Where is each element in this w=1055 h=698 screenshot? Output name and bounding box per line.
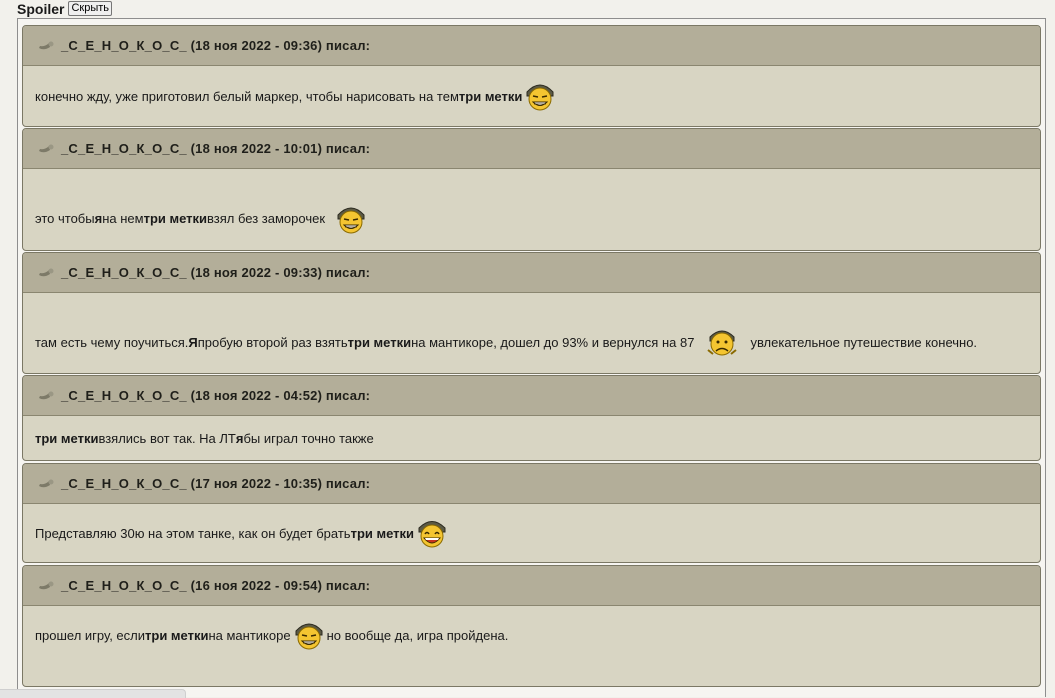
quote-body: конечно жду, уже приготовил белый маркер… xyxy=(23,66,1040,126)
quote-text: пробую второй раз взять xyxy=(197,334,348,350)
quote-bold-text: я xyxy=(235,430,244,446)
quote-text: Представляю 30ю на этом танке, как он бу… xyxy=(35,525,351,541)
quote-block: _С_Е_Н_О_К_О_С_ (18 ноя 2022 - 10:01) пи… xyxy=(22,128,1041,251)
quote-text: но вообще да, игра пройдена. xyxy=(326,627,509,643)
sad-tanker-smiley-icon xyxy=(704,324,740,360)
quote-text: конечно жду, уже приготовил белый маркер… xyxy=(35,88,459,104)
quote-text: на мантикоре, дошел до 93% и вернулся на… xyxy=(411,334,695,350)
quote-text: взялись вот так. На ЛТ xyxy=(98,430,236,446)
quote-body: прошел игру, если три метки на мантикоре… xyxy=(23,606,1040,664)
quote-bold-text: три метки xyxy=(458,88,523,104)
quote-author: _С_Е_Н_О_К_О_С_ (16 ноя 2022 - 09:54) пи… xyxy=(61,578,371,593)
quote-author: _С_Е_Н_О_К_О_С_ (18 ноя 2022 - 04:52) пи… xyxy=(61,388,371,403)
quote-author: _С_Е_Н_О_К_О_С_ (18 ноя 2022 - 10:01) пи… xyxy=(61,141,371,156)
quote-block: _С_Е_Н_О_К_О_С_ (17 ноя 2022 - 10:35) пи… xyxy=(22,463,1041,563)
quote-body: там есть чему поучиться. Я пробую второй… xyxy=(23,293,1040,373)
quote-body: это чтобы я на нем три метки взял без за… xyxy=(23,169,1040,250)
quote-text: бы играл точно также xyxy=(243,430,374,446)
spoiler-title: Spoiler xyxy=(17,0,65,17)
quote-body: Представляю 30ю на этом танке, как он бу… xyxy=(23,504,1040,562)
quote-block: _С_Е_Н_О_К_О_С_ (18 ноя 2022 - 09:33) пи… xyxy=(22,252,1041,374)
quote-text: увлекательное путешествие конечно. xyxy=(750,334,978,350)
quote-bold-text: три метки xyxy=(350,525,415,541)
grinning-tanker-smiley-icon xyxy=(291,617,327,653)
quote-author: _С_Е_Н_О_К_О_С_ (18 ноя 2022 - 09:36) пи… xyxy=(61,38,371,53)
quote-text: на мантикоре xyxy=(208,627,291,643)
quote-header: _С_Е_Н_О_К_О_С_ (16 ноя 2022 - 09:54) пи… xyxy=(23,566,1040,606)
grinning-tanker-smiley-icon xyxy=(333,201,369,237)
quote-bold-text: три метки xyxy=(145,627,209,643)
quote-bold-text: Я xyxy=(188,334,198,350)
quote-block: _С_Е_Н_О_К_О_С_ (18 ноя 2022 - 04:52) пи… xyxy=(22,375,1041,461)
quote-bold-text: три метки xyxy=(143,211,208,226)
quote-snapback-icon[interactable] xyxy=(37,478,55,490)
quote-author: _С_Е_Н_О_К_О_С_ (17 ноя 2022 - 10:35) пи… xyxy=(61,476,371,491)
quote-author: _С_Е_Н_О_К_О_С_ (18 ноя 2022 - 09:33) пи… xyxy=(61,265,371,280)
quote-snapback-icon[interactable] xyxy=(37,267,55,279)
quote-body: три метки взялись вот так. На ЛТ я бы иг… xyxy=(23,416,1040,460)
quote-header: _С_Е_Н_О_К_О_С_ (18 ноя 2022 - 09:33) пи… xyxy=(23,253,1040,293)
quote-header: _С_Е_Н_О_К_О_С_ (18 ноя 2022 - 04:52) пи… xyxy=(23,376,1040,416)
quote-snapback-icon[interactable] xyxy=(37,143,55,155)
spoiler-header: Spoiler Скрыть xyxy=(17,0,113,17)
quote-snapback-icon[interactable] xyxy=(37,40,55,52)
spoiler-hide-button[interactable]: Скрыть xyxy=(68,1,113,16)
quote-block: _С_Е_Н_О_К_О_С_ (18 ноя 2022 - 09:36) пи… xyxy=(22,25,1041,127)
quote-header: _С_Е_Н_О_К_О_С_ (18 ноя 2022 - 09:36) пи… xyxy=(23,26,1040,66)
quote-bold-text: три метки xyxy=(35,430,99,446)
quote-text: взял без заморочек xyxy=(207,211,326,226)
laughing-tanker-smiley-icon xyxy=(414,515,450,551)
quote-text: прошел игру, если xyxy=(35,627,146,643)
quote-text: там есть чему поучиться. xyxy=(35,334,189,350)
grinning-tanker-smiley-icon xyxy=(522,78,558,114)
quote-snapback-icon[interactable] xyxy=(37,580,55,592)
quote-text: на нем xyxy=(102,211,144,226)
quote-header: _С_Е_Н_О_К_О_С_ (17 ноя 2022 - 10:35) пи… xyxy=(23,464,1040,504)
quote-snapback-icon[interactable] xyxy=(37,390,55,402)
quote-text: это чтобы xyxy=(35,211,95,226)
quote-block: _С_Е_Н_О_К_О_С_ (16 ноя 2022 - 09:54) пи… xyxy=(22,565,1041,687)
quote-bold-text: три метки xyxy=(347,334,412,350)
quote-bold-text: я xyxy=(94,211,103,226)
quote-header: _С_Е_Н_О_К_О_С_ (18 ноя 2022 - 10:01) пи… xyxy=(23,129,1040,169)
